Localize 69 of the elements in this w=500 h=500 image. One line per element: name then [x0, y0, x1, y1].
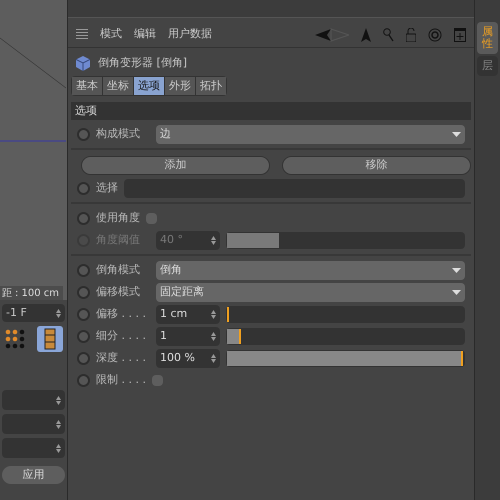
tab[interactable]: 拓扑 — [196, 77, 226, 95]
menu-item[interactable]: 模式 — [100, 26, 122, 43]
field-label: 倒角模式 — [96, 262, 141, 278]
dropdown[interactable]: 固定距离 — [156, 282, 465, 302]
keyframe-icon — [77, 286, 90, 298]
spinner-icon — [56, 444, 61, 452]
menu-item[interactable]: 编辑 — [134, 26, 156, 43]
spinner-icon — [56, 420, 61, 428]
arrow-up-icon[interactable] — [361, 28, 371, 42]
object-title: 倒角变形器 [倒角] — [98, 54, 188, 71]
apply-button[interactable]: 应用 — [2, 466, 65, 484]
dropdown-caret-icon — [452, 132, 461, 136]
keyframe-icon — [77, 308, 90, 320]
search-icon[interactable] — [383, 28, 394, 42]
spinner-icon — [56, 396, 61, 404]
field-label: 细分 . . . . — [96, 328, 147, 344]
field-label: 使用角度 — [96, 210, 140, 226]
new-panel-icon[interactable] — [454, 28, 466, 42]
field-label: 限制 . . . . — [96, 372, 146, 388]
dropdown[interactable]: 倒角 — [156, 260, 465, 280]
spinner-icon — [211, 332, 216, 340]
value-field[interactable] — [2, 414, 65, 434]
side-tab[interactable]: 层 — [477, 56, 498, 76]
cube-icon — [76, 56, 90, 70]
keyframe-icon — [77, 212, 90, 224]
dropdown[interactable]: 边 — [156, 124, 465, 144]
field-label: 选择 — [96, 180, 118, 196]
dropdown-caret-icon — [452, 268, 461, 272]
tab[interactable]: 选项 — [134, 77, 164, 95]
field-label: 偏移模式 — [96, 284, 141, 300]
field-label: 深度 . . . . — [96, 350, 147, 366]
slider-track[interactable] — [226, 306, 465, 322]
frame-field[interactable]: -1 F — [2, 304, 65, 322]
number-field[interactable]: 1 — [156, 326, 220, 346]
padlock-icon[interactable] — [406, 28, 416, 42]
grip-icon[interactable] — [76, 28, 88, 40]
tab[interactable]: 坐标 — [103, 77, 133, 95]
spinner-icon — [56, 308, 61, 318]
dropdown-caret-icon — [452, 290, 461, 294]
action-button[interactable]: 添加 — [81, 156, 270, 174]
checkbox[interactable] — [152, 374, 163, 386]
number-field[interactable]: 1 cm — [156, 304, 220, 324]
spinner-icon — [211, 236, 216, 244]
value-field[interactable] — [2, 390, 65, 410]
field-label: 构成模式 — [96, 126, 141, 142]
back-arrow-icon[interactable] — [315, 28, 349, 42]
tab[interactable]: 基本 — [72, 77, 102, 95]
side-tab[interactable]: 属性 — [477, 22, 498, 54]
action-button[interactable]: 移除 — [282, 156, 471, 174]
keyframe-icon — [77, 182, 90, 194]
keyframe-icon — [77, 264, 90, 276]
distance-readout: 距 : 100 cm — [0, 286, 63, 300]
slider-track[interactable] — [226, 328, 465, 344]
keyframe-icon — [77, 352, 90, 364]
film-strip-icon[interactable] — [37, 326, 63, 352]
spinner-icon — [211, 354, 216, 362]
target-icon[interactable] — [428, 28, 442, 42]
section-header: 选项 — [71, 102, 471, 120]
menu-item[interactable]: 用户数据 — [168, 26, 212, 43]
checkbox[interactable] — [146, 212, 157, 224]
field-label: 偏移 . . . . — [96, 306, 147, 322]
slider-track[interactable] — [226, 232, 465, 248]
keyframe-icon — [77, 374, 90, 386]
value-field[interactable] — [2, 438, 65, 458]
tab[interactable]: 外形 — [165, 77, 195, 95]
spinner-icon — [211, 310, 216, 318]
number-field[interactable]: 100 % — [156, 348, 220, 368]
keyframe-icon — [77, 330, 90, 342]
keyframe-icon — [77, 128, 90, 140]
